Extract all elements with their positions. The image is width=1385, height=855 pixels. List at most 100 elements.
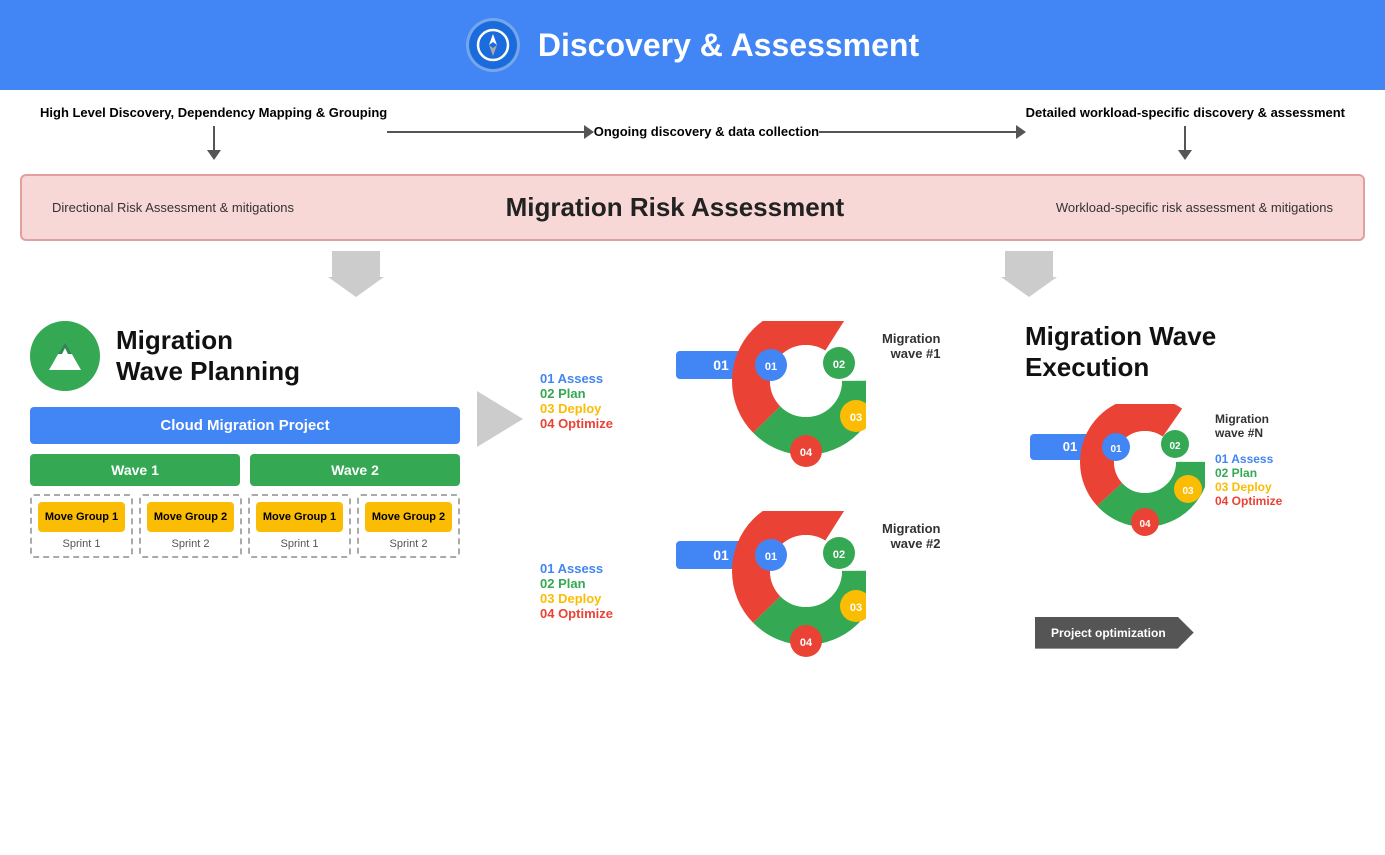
discovery-step3: Detailed workload-specific discovery & a… (1026, 104, 1345, 160)
svg-text:01: 01 (765, 361, 777, 373)
svg-text:01: 01 (713, 547, 729, 563)
wave2-mg1-box: Move Group 1 (256, 502, 343, 532)
wave1-donut-svg: 01 01 02 03 (666, 321, 866, 521)
header: Discovery & Assessment (0, 0, 1385, 90)
arrow-tip-left (328, 277, 384, 297)
wave2-donut: 01 01 02 03 04 (666, 511, 866, 711)
wave1-mg1-box: Move Group 1 (38, 502, 125, 532)
wave2-mg1-container: Move Group 1 Sprint 1 (248, 494, 351, 558)
waveN-info: Migrationwave #N 01 Assess 02 Plan 03 De… (1215, 404, 1282, 508)
waveN-legend-04: 04 Optimize (1215, 494, 1282, 508)
project-bar: Cloud Migration Project (30, 407, 460, 444)
horiz-arrow1 (387, 122, 594, 142)
wave2-box: Wave 2 (250, 454, 460, 486)
vert-arrow2 (1178, 150, 1192, 160)
big-arrow-left (328, 251, 384, 297)
arrow-body-right (1005, 251, 1053, 277)
wave2-mg1-sprint: Sprint 1 (281, 538, 319, 550)
horiz-line2 (819, 131, 1016, 133)
svg-text:02: 02 (833, 549, 845, 561)
svg-text:02: 02 (1169, 441, 1181, 452)
vert-line2 (1184, 126, 1186, 150)
horiz-head2 (1016, 125, 1026, 139)
risk-assessment-banner: Directional Risk Assessment & mitigation… (20, 174, 1365, 241)
wave2-donut-svg: 01 01 02 03 04 (666, 511, 866, 711)
panel-arrow (470, 391, 530, 447)
legend-04-optimize-w2: 04 Optimize (540, 606, 650, 621)
discovery-flow: High Level Discovery, Dependency Mapping… (0, 90, 1385, 168)
arrow-body-left (332, 251, 380, 277)
legend-03-deploy-w2: 03 Deploy (540, 591, 650, 606)
wave1-label: Migrationwave #1 (882, 321, 941, 361)
waves-row: Wave 1 Wave 2 (30, 454, 460, 486)
risk-left-text: Directional Risk Assessment & mitigation… (52, 200, 294, 215)
legend-02-plan-w2: 02 Plan (540, 576, 650, 591)
wave1-mg2-container: Move Group 2 Sprint 2 (139, 494, 242, 558)
exec-title: Migration Wave Execution (1025, 321, 1355, 383)
svg-text:01: 01 (713, 357, 729, 373)
discovery-step2: Ongoing discovery & data collection (594, 123, 819, 141)
wave1-section: 01 Assess 02 Plan 03 Deploy 04 Optimize … (540, 321, 1005, 521)
wave1-mg1-container: Move Group 1 Sprint 1 (30, 494, 133, 558)
main-content: Migration Wave Planning Cloud Migration … (0, 301, 1385, 731)
legend-01-assess-w2: 01 Assess (540, 561, 650, 576)
compass-icon-container (466, 18, 520, 72)
arrow-tip-right (1001, 277, 1057, 297)
middle-panel: 01 Assess 02 Plan 03 Deploy 04 Optimize … (530, 311, 1015, 721)
waveN-legend-03: 03 Deploy (1215, 480, 1282, 494)
compass-icon (476, 28, 510, 62)
mountain-icon (30, 321, 100, 391)
optimization-arrow-label: Project optimization (1035, 617, 1194, 649)
panel-header: Migration Wave Planning (30, 321, 460, 391)
svg-text:03: 03 (1182, 486, 1194, 497)
wave1-legend: 01 Assess 02 Plan 03 Deploy 04 Optimize (540, 321, 650, 431)
waveN-donut: 01 01 02 03 04 (1025, 404, 1205, 609)
arrows-section (0, 247, 1385, 301)
legend-02-plan-w1: 02 Plan (540, 386, 650, 401)
panel-arrow-shape (477, 391, 523, 447)
project-optimization: Project optimization (1035, 617, 1355, 649)
wave1-donut: 01 01 02 03 (666, 321, 866, 521)
svg-text:04: 04 (800, 637, 813, 649)
waveN-legend-02: 02 Plan (1215, 466, 1282, 480)
svg-text:03: 03 (850, 602, 862, 614)
svg-text:01: 01 (1110, 444, 1122, 455)
horiz-arrow2 (819, 122, 1026, 142)
mountain-svg (43, 334, 87, 378)
wave2-legend: 01 Assess 02 Plan 03 Deploy 04 Optimize (540, 511, 650, 621)
legend-04-optimize-w1: 04 Optimize (540, 416, 650, 431)
wave2-mg2-sprint: Sprint 2 (390, 538, 428, 550)
vert-line1 (213, 126, 215, 150)
panel-title: Migration Wave Planning (116, 325, 300, 387)
wave1-mg2-box: Move Group 2 (147, 502, 234, 532)
left-panel: Migration Wave Planning Cloud Migration … (20, 311, 470, 568)
header-title: Discovery & Assessment (538, 27, 919, 64)
svg-text:02: 02 (833, 359, 845, 371)
svg-text:03: 03 (850, 412, 862, 424)
svg-text:04: 04 (800, 447, 813, 459)
move-groups-row: Move Group 1 Sprint 1 Move Group 2 Sprin… (30, 494, 460, 558)
svg-text:01: 01 (1063, 439, 1077, 454)
risk-right-text: Workload-specific risk assessment & miti… (1056, 200, 1333, 215)
wave2-mg2-box: Move Group 2 (365, 502, 452, 532)
horiz-head1 (584, 125, 594, 139)
wave1-mg1-sprint: Sprint 1 (63, 538, 101, 550)
wave2-section: 01 Assess 02 Plan 03 Deploy 04 Optimize … (540, 511, 1005, 711)
horiz-line1 (387, 131, 584, 133)
wave2-mg2-container: Move Group 2 Sprint 2 (357, 494, 460, 558)
discovery-step1: High Level Discovery, Dependency Mapping… (40, 104, 387, 160)
svg-text:01: 01 (765, 551, 777, 563)
vert-arrow1 (207, 150, 221, 160)
waveN-label: Migrationwave #N (1215, 412, 1282, 440)
legend-03-deploy-w1: 03 Deploy (540, 401, 650, 416)
waveN-legend-01: 01 Assess (1215, 452, 1282, 466)
right-panel: Migration Wave Execution 01 01 (1015, 311, 1365, 658)
wave1-box: Wave 1 (30, 454, 240, 486)
legend-01-assess-w1: 01 Assess (540, 371, 650, 386)
big-arrow-right (1001, 251, 1057, 297)
wave2-label: Migrationwave #2 (882, 511, 941, 551)
waveN-section: 01 01 02 03 04 (1025, 404, 1355, 609)
svg-text:04: 04 (1139, 519, 1151, 530)
wave1-mg2-sprint: Sprint 2 (172, 538, 210, 550)
waveN-donut-svg: 01 01 02 03 04 (1025, 404, 1205, 604)
